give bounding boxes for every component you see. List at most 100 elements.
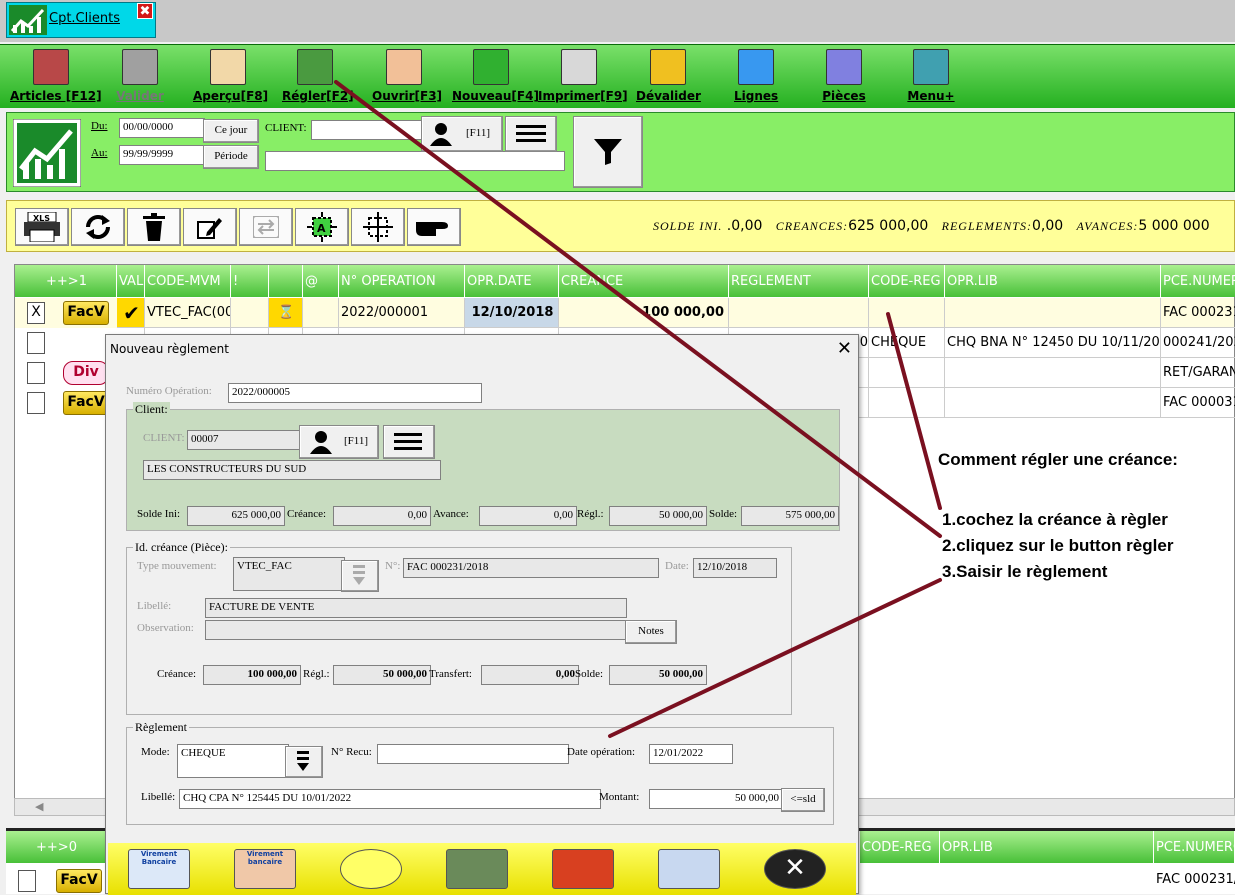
scroll-left-icon[interactable]: ◀ — [35, 800, 43, 813]
select-none-button[interactable] — [351, 208, 405, 246]
p-transfert[interactable]: 0,00 — [481, 665, 579, 685]
toolbar-add-button[interactable]: Nouveau[F4] — [452, 49, 539, 107]
cell-lib[interactable]: CHQ BNA N° 12450 DU 10/11/2021 — [945, 328, 1161, 358]
grid-col-head-9[interactable]: REGLEMENT — [729, 265, 869, 297]
du-date-input[interactable]: 00/00/0000 — [119, 118, 205, 138]
num-field[interactable]: FAC 000231/2018 — [403, 558, 659, 578]
refresh-button[interactable] — [71, 208, 125, 246]
dlg-tool-bank-transfer-button[interactable]: Virement bancaire — [234, 849, 298, 889]
date-op-field[interactable]: 12/01/2022 — [649, 744, 733, 764]
hourglass-icon[interactable]: ⌛ — [269, 298, 303, 328]
bottom-col-head-code-reg[interactable]: CODE-REG — [860, 831, 940, 863]
mode-field[interactable]: CHEQUE — [177, 744, 289, 778]
dlg-tool-thumb-down-button[interactable] — [552, 849, 616, 889]
transfer-button[interactable] — [239, 208, 293, 246]
mode-select-button[interactable] — [285, 746, 323, 778]
cell-code-reg[interactable] — [869, 298, 945, 328]
grid-col-head-7[interactable]: OPR.DATE — [465, 265, 559, 297]
bottom-col-head-pce[interactable]: PCE.NUMERO — [1154, 831, 1235, 863]
dlg-tool-cash-button[interactable] — [446, 849, 510, 889]
cell-pce[interactable]: RET/GARAN — [1161, 358, 1235, 388]
dlg-tool-cancel-button[interactable]: ✕ — [764, 849, 828, 889]
type-mvt-field[interactable]: VTEC_FAC — [233, 557, 345, 591]
grid-col-head-10[interactable]: CODE-REG — [869, 265, 945, 297]
grid-col-head-4[interactable] — [269, 265, 303, 297]
toolbar-menu-button[interactable]: Menu+ — [906, 49, 956, 107]
toolbar-table-button[interactable]: Pièces — [820, 49, 868, 107]
au-date-input[interactable]: 99/99/9999 — [119, 145, 205, 165]
cell-pce[interactable]: FAC 000231/ — [1161, 298, 1235, 328]
toolbar-printer-button[interactable]: Imprimer[F9] — [538, 49, 628, 107]
dlg-solde[interactable]: 575 000,00 — [741, 506, 839, 526]
delete-button[interactable] — [127, 208, 181, 246]
cell-blank[interactable] — [231, 298, 269, 328]
cell-op[interactable]: 2022/000001 — [339, 298, 465, 328]
cell-creance[interactable]: 100 000,00 — [559, 298, 729, 328]
dlg-client-picker-button[interactable]: [F11] — [299, 425, 379, 459]
cell-val[interactable]: ✔ — [117, 298, 145, 328]
grid-col-head-0[interactable]: ++>1 — [15, 265, 117, 297]
grid-col-head-11[interactable]: OPR.LIB — [945, 265, 1161, 297]
dlg-tool-map-button[interactable] — [658, 849, 722, 889]
dlg-tool-exchange-button[interactable] — [340, 849, 404, 889]
cell-lib[interactable] — [945, 358, 1161, 388]
select-all-button[interactable]: A — [295, 208, 349, 246]
toolbar-cross-button[interactable]: Dévalider — [636, 49, 701, 107]
cell-code-reg[interactable] — [869, 358, 945, 388]
type-mvt-button[interactable] — [341, 560, 379, 592]
pointer-button[interactable] — [407, 208, 461, 246]
grid-col-head-3[interactable]: ! — [231, 265, 269, 297]
dlg-solde-ini[interactable]: 625 000,00 — [187, 506, 285, 526]
dlg-client-name[interactable]: LES CONSTRUCTEURS DU SUD — [143, 460, 441, 480]
num-op-field[interactable]: 2022/000005 — [228, 383, 482, 403]
p-creance[interactable]: 100 000,00 — [203, 665, 301, 685]
libelle-field[interactable]: FACTURE DE VENTE — [205, 598, 627, 618]
export-xls-button[interactable]: XLS — [15, 208, 69, 246]
toolbar-magnifier-button[interactable]: Aperçu[F8] — [193, 49, 268, 107]
periode-button[interactable]: Période — [203, 145, 259, 169]
cell-pce[interactable]: 000241/2021 — [1161, 328, 1235, 358]
sld-button[interactable]: <=sld — [781, 788, 825, 812]
obs-field[interactable] — [205, 620, 627, 640]
edit-button[interactable] — [183, 208, 237, 246]
toolbar-money-button[interactable]: Régler[F2] — [282, 49, 354, 107]
list-button[interactable] — [505, 116, 557, 152]
cell-lib[interactable] — [945, 298, 1161, 328]
cell-date[interactable]: 12/10/2018 — [465, 298, 559, 328]
grid-col-head-1[interactable]: VAL — [117, 265, 145, 297]
cell-blank[interactable] — [303, 298, 339, 328]
grid-col-head-5[interactable]: @ — [303, 265, 339, 297]
bottom-col-head-0[interactable]: ++>0 — [6, 831, 106, 863]
reg-libelle-field[interactable]: CHQ CPA N° 125445 DU 10/01/2022 — [179, 789, 601, 809]
toolbar-grid-button[interactable]: Articles [F12] — [10, 49, 102, 107]
p-solde[interactable]: 50 000,00 — [609, 665, 707, 685]
app-tab[interactable]: Cpt.Clients — [6, 2, 156, 38]
cell-pce[interactable]: FAC 000031 — [1161, 388, 1235, 418]
cell-code[interactable]: VTEC_FAC(00 — [145, 298, 231, 328]
dlg-tool-transfer-button[interactable]: Virement Bancaire — [128, 849, 192, 889]
dlg-creance[interactable]: 0,00 — [333, 506, 431, 526]
toolbar-window-button[interactable]: Valider — [112, 49, 168, 107]
grid-col-head-8[interactable]: CREANCE — [559, 265, 729, 297]
client-code-input[interactable] — [311, 120, 423, 140]
toolbar-search-button[interactable]: Lignes — [734, 49, 778, 107]
cell-lib[interactable] — [945, 388, 1161, 418]
date-field[interactable]: 12/10/2018 — [693, 558, 777, 578]
notes-button[interactable]: Notes — [625, 620, 677, 644]
row-checkbox[interactable] — [27, 332, 45, 354]
bottom-col-head-opr-lib[interactable]: OPR.LIB — [940, 831, 1154, 863]
dlg-avance[interactable]: 0,00 — [479, 506, 577, 526]
bottom-row-checkbox[interactable] — [18, 870, 36, 892]
dlg-regl[interactable]: 50 000,00 — [609, 506, 707, 526]
ce-jour-button[interactable]: Ce jour — [203, 119, 259, 143]
recu-field[interactable] — [377, 744, 569, 764]
close-icon[interactable]: ✖ — [137, 3, 153, 19]
cell-code-reg[interactable] — [869, 388, 945, 418]
client-name-input[interactable] — [265, 151, 565, 171]
cell-reglement[interactable] — [729, 298, 869, 328]
row-checkbox[interactable] — [27, 392, 45, 414]
grid-col-head-6[interactable]: N° OPERATION — [339, 265, 465, 297]
toolbar-up-arrow-button[interactable]: Ouvrir[F3] — [372, 49, 442, 107]
montant-field[interactable]: 50 000,00 — [649, 789, 783, 809]
dlg-list-button[interactable] — [383, 425, 435, 459]
